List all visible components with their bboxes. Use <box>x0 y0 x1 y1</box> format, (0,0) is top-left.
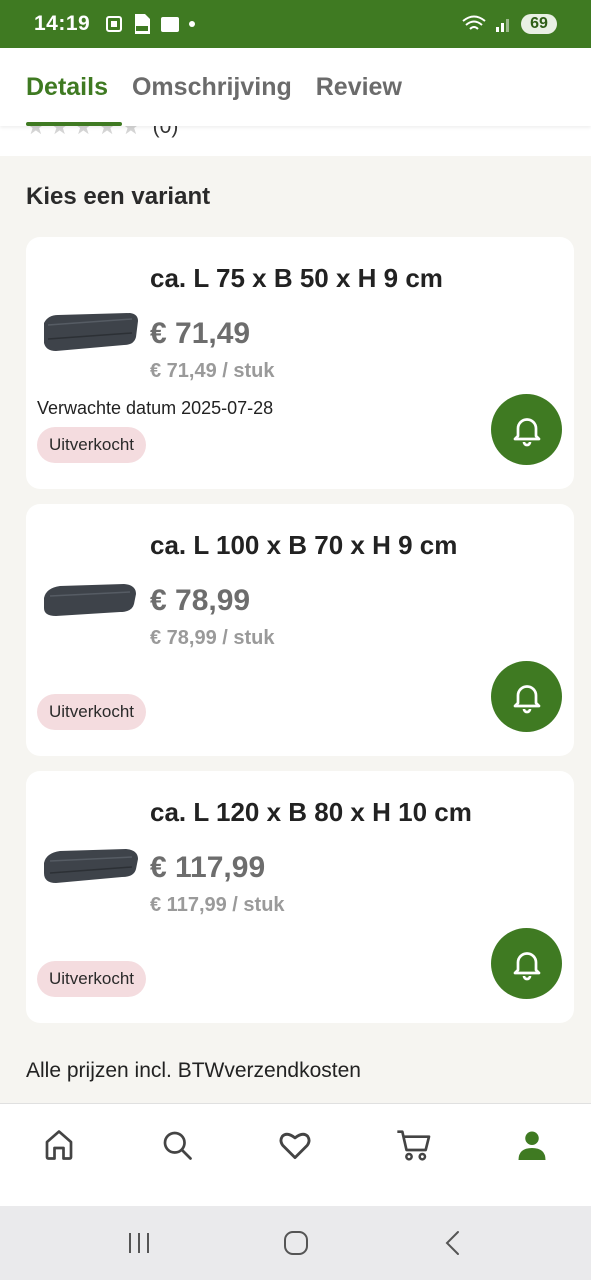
variant-price: € 78,99 <box>150 584 251 617</box>
status-badge: Uitverkocht <box>37 961 147 997</box>
tab-omschrijving[interactable]: Omschrijving <box>132 48 292 126</box>
nav-favorites[interactable] <box>265 1115 325 1175</box>
profile-icon <box>518 1131 546 1160</box>
dot-icon <box>189 21 196 27</box>
expected-date: Verwachte datum 2025-07-28 <box>37 398 274 418</box>
signal-icon <box>496 19 509 32</box>
rating-count: (0) <box>152 126 179 138</box>
rating-row: ★ ★ ★ ★ ★ (0) <box>26 126 178 140</box>
variant-name: ca. L 100 x B 70 x H 9 cm <box>150 530 458 560</box>
variant-unit-price: € 71,49 / stuk <box>150 360 275 382</box>
heart-icon <box>279 1132 311 1160</box>
screenshot-icon <box>106 16 123 32</box>
back-icon <box>445 1231 459 1255</box>
home-circle-icon <box>283 1231 308 1255</box>
home-system-button[interactable] <box>266 1218 326 1268</box>
price-footnote: Alle prijzen incl. BTWverzendkosten <box>26 1059 361 1082</box>
tab-details[interactable]: Details <box>26 48 122 126</box>
notify-button[interactable] <box>491 928 562 999</box>
product-thumbnail <box>44 584 136 616</box>
nav-home[interactable] <box>29 1115 89 1175</box>
rating-strip: ★ ★ ★ ★ ★ (0) <box>0 126 591 156</box>
recent-apps-icon <box>128 1233 149 1253</box>
pdf-icon <box>135 14 151 34</box>
variant-price: € 117,99 <box>150 851 266 884</box>
bell-icon <box>513 684 540 713</box>
tab-review[interactable]: Review <box>316 48 402 126</box>
status-bar: 14:19 69 <box>0 0 591 48</box>
nav-cart[interactable] <box>384 1115 444 1175</box>
star-icon: ★ <box>73 126 94 139</box>
status-icons-right: 69 <box>461 14 557 34</box>
variant-unit-price: € 78,99 / stuk <box>150 627 275 649</box>
star-icon: ★ <box>49 126 70 139</box>
status-time: 14:19 <box>34 12 91 35</box>
star-icon: ★ <box>120 126 141 139</box>
variant-card[interactable]: ca. L 120 x B 80 x H 10 cm € 117,99 € 11… <box>26 771 574 1023</box>
search-icon <box>163 1131 193 1160</box>
status-icons-left <box>104 13 196 35</box>
variant-name: ca. L 75 x B 50 x H 9 cm <box>150 263 443 293</box>
nav-search[interactable] <box>147 1115 207 1175</box>
variant-unit-price: € 117,99 / stuk <box>150 894 285 916</box>
notify-button[interactable] <box>491 394 562 465</box>
back-button[interactable] <box>423 1218 483 1268</box>
notify-button[interactable] <box>491 661 562 732</box>
recent-apps-button[interactable] <box>109 1218 169 1268</box>
product-thumbnail <box>44 313 138 351</box>
star-icon: ★ <box>97 126 117 139</box>
system-navigation <box>0 1206 591 1280</box>
product-tabs: Details Omschrijving Review <box>0 48 591 126</box>
bell-icon <box>513 951 540 980</box>
wifi-icon <box>462 15 486 30</box>
star-icon: ★ <box>26 126 46 139</box>
status-badge: Uitverkocht <box>37 694 147 730</box>
variant-card[interactable]: ca. L 75 x B 50 x H 9 cm € 71,49 € 71,49… <box>26 237 574 489</box>
product-thumbnail <box>44 849 138 883</box>
cart-icon <box>396 1130 430 1161</box>
battery-indicator: 69 <box>521 14 557 34</box>
status-badge: Uitverkocht <box>37 427 147 463</box>
bell-icon <box>513 417 540 446</box>
variant-name: ca. L 120 x B 80 x H 10 cm <box>150 797 472 827</box>
section-title: Kies een variant <box>26 183 211 210</box>
sim-icon <box>161 17 180 32</box>
nav-profile[interactable] <box>502 1115 562 1175</box>
variant-price: € 71,49 <box>150 317 251 350</box>
variant-card[interactable]: ca. L 100 x B 70 x H 9 cm € 78,99 € 78,9… <box>26 504 574 756</box>
bottom-navigation <box>0 1103 591 1206</box>
home-icon <box>45 1130 73 1160</box>
